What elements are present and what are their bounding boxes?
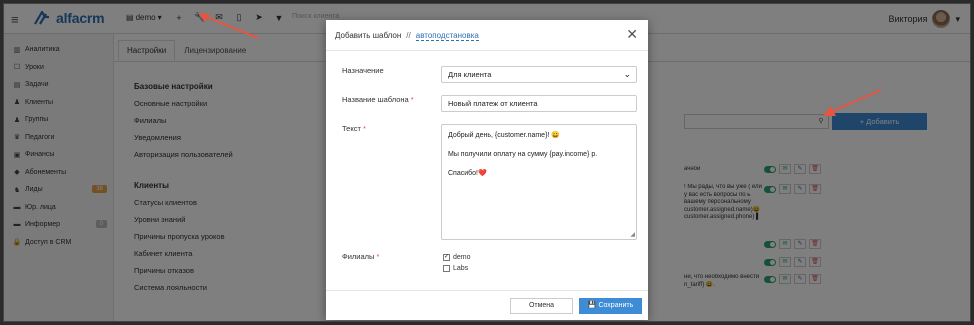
branches-label: Филиалы * <box>342 252 380 261</box>
autosubstitution-link[interactable]: автоподстановка <box>415 31 479 41</box>
annotation-arrow <box>823 89 882 116</box>
text-label: Текст * <box>342 124 366 133</box>
text-line: Мы получили оплату на сумму {pay.income}… <box>448 151 598 158</box>
text-line: Добрый день, {customer.name}! 😀 <box>448 132 561 139</box>
modal-title: Добавить шаблон//автоподстановка <box>335 31 479 41</box>
annotation-arrow <box>198 13 259 39</box>
branch-checkbox-labs[interactable]: Labs <box>443 263 471 274</box>
branches-checklist: ✓ demo Labs <box>443 252 471 274</box>
template-text-area[interactable]: Добрый день, {customer.name}! 😀 Мы получ… <box>441 124 637 240</box>
app-window: ≡ alfacrm ▤ demo ▾ + 🔧 ✉ ▯ ➤ ▼ Поиск кли… <box>3 3 971 322</box>
chevron-down-icon: ⌄ <box>623 69 631 79</box>
checkbox-checked-icon[interactable]: ✓ <box>443 254 450 261</box>
purpose-label: Назначение <box>342 66 384 75</box>
add-template-modal: Добавить шаблон//автоподстановка ✕ Назна… <box>326 20 648 320</box>
template-name-input[interactable]: Новый платеж от клиента <box>441 95 637 112</box>
cancel-button[interactable]: Отмена <box>510 298 573 314</box>
floppy-icon: 💾 <box>587 302 597 309</box>
name-label: Название шаблона * <box>342 95 414 104</box>
modal-header: Добавить шаблон//автоподстановка ✕ <box>326 20 648 51</box>
checkbox-icon[interactable] <box>443 265 450 272</box>
modal-footer: Отмена 💾 Сохранить <box>326 290 648 320</box>
branch-checkbox-demo[interactable]: ✓ demo <box>443 252 471 263</box>
close-icon[interactable]: ✕ <box>626 26 638 43</box>
save-button[interactable]: 💾 Сохранить <box>579 298 642 314</box>
text-line: Спасибо!❤️ <box>448 170 487 177</box>
resize-handle-icon[interactable]: ◢ <box>630 231 635 238</box>
purpose-select[interactable]: Для клиента ⌄ <box>441 66 637 83</box>
